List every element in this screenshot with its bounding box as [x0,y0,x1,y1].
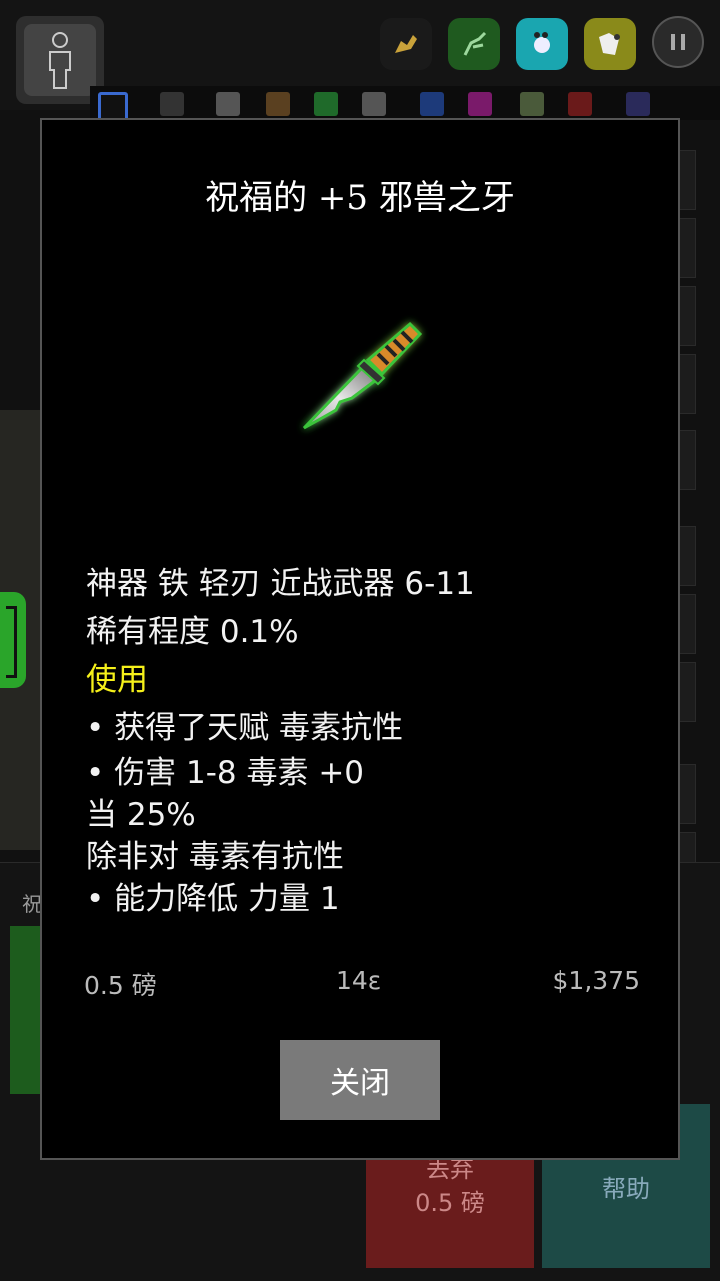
skill-icon[interactable] [448,18,500,70]
effect-line: 除非对 毒素有抗性 [86,839,344,875]
tab-tools[interactable] [314,92,338,116]
pause-icon [671,34,685,50]
tab-gems[interactable] [362,92,386,116]
tab-flasks[interactable] [468,92,492,116]
inventory-tab-strip [90,86,720,122]
section-label: 祝 [22,892,42,916]
tab-wands[interactable] [568,92,592,116]
close-button[interactable]: 关闭 [280,1040,440,1120]
tab-potions[interactable] [420,92,444,116]
pause-button[interactable] [652,16,704,68]
person-icon [24,24,96,96]
effect-line: 当 25% [86,797,196,833]
equip-slot[interactable] [10,926,42,1094]
item-type-line: 神器 铁 轻刃 近战武器 6-11 [86,566,475,602]
item-detail-dialog: 祝福的 +5 邪兽之牙 神器 铁 轻刃 近战武器 6-11 稀有程度 0.1% … [40,118,680,1160]
item-level: 14ε [336,966,382,995]
item-description: 神器 铁 轻刃 近战武器 6-11 稀有程度 0.1% 使用 • 获得了天赋 毒… [86,560,646,920]
pet-icon[interactable] [380,18,432,70]
use-header: 使用 [86,662,148,698]
tab-amulet[interactable] [160,92,184,116]
item-title: 祝福的 +5 邪兽之牙 [205,178,515,218]
item-rarity-line: 稀有程度 0.1% [86,614,299,650]
effect-line: • 伤害 1-8 毒素 +0 [86,755,365,791]
effect-line: • 能力降低 力量 1 [86,881,340,917]
item-stats: 0.5 磅 14ε $1,375 [84,966,640,1000]
item-price: $1,375 [552,966,640,995]
drop-weight: 0.5 磅 [415,1189,485,1217]
travel-icon[interactable] [584,18,636,70]
help-label: 帮助 [602,1174,650,1203]
item-weight: 0.5 磅 [84,971,157,1000]
tab-armor[interactable] [216,92,240,116]
tab-misc[interactable] [626,92,650,116]
tab-scrolls[interactable] [520,92,544,116]
knife-icon [292,310,442,440]
left-panel-handle[interactable] [0,592,26,688]
magic-icon[interactable] [516,18,568,70]
tab-chest[interactable] [266,92,290,116]
effect-line: • 获得了天赋 毒素抗性 [86,710,403,746]
